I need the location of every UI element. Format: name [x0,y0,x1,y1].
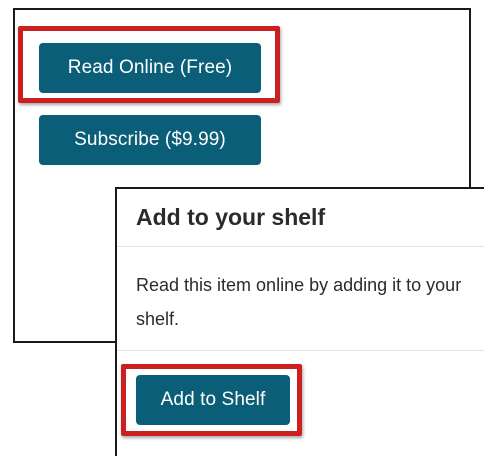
dialog-body-text: Read this item online by adding it to yo… [136,275,462,329]
dialog-footer-divider [117,350,484,351]
subscribe-button[interactable]: Subscribe ($9.99) [39,115,261,165]
read-online-highlight [18,26,280,103]
screenshot-stage: Read Online (Free) Subscribe ($9.99) Add… [0,0,484,456]
add-to-shelf-highlight [121,364,302,436]
dialog-header-divider [117,246,484,247]
dialog-title: Add to your shelf [136,204,326,230]
